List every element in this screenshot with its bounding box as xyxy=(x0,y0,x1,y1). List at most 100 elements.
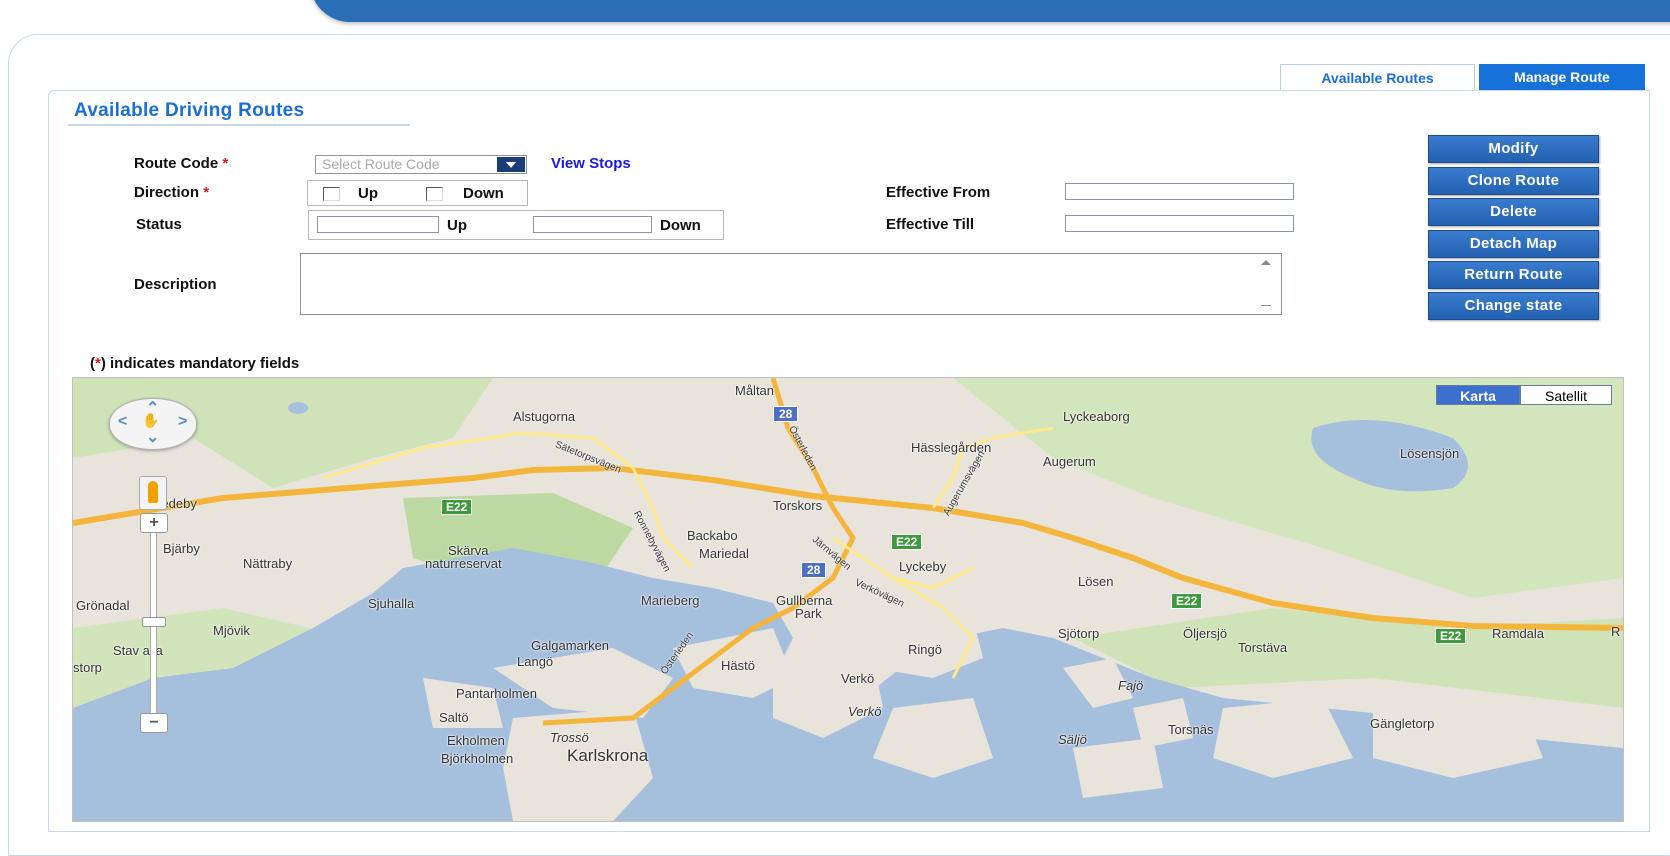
road-shield-e22: E22 xyxy=(891,534,923,550)
map-label: R xyxy=(1611,624,1621,639)
map-label: Grönadal xyxy=(76,598,130,613)
map-label: storp xyxy=(73,660,102,675)
map-label: Fajö xyxy=(1118,678,1144,693)
map-label: Augerum xyxy=(1043,454,1096,469)
return-route-button[interactable]: Return Route xyxy=(1428,261,1599,289)
pan-left-icon[interactable]: < xyxy=(118,413,127,431)
map-label: Alstugorna xyxy=(513,409,576,424)
required-mark: * xyxy=(222,155,229,172)
title-underline xyxy=(68,124,410,126)
map-label: Lyckeby xyxy=(899,559,947,574)
pan-down-icon[interactable]: ⌄ xyxy=(146,427,159,447)
map-label: Sjötorp xyxy=(1058,626,1100,641)
zoom-slider-handle[interactable] xyxy=(142,617,166,627)
map-island xyxy=(1073,738,1163,798)
scroll-up-icon[interactable] xyxy=(1261,260,1271,265)
clone-route-button[interactable]: Clone Route xyxy=(1428,167,1599,195)
status-label: Status xyxy=(136,216,182,233)
map-label: Björkholmen xyxy=(441,751,514,766)
map-label: Måltan xyxy=(735,383,775,398)
status-up-label: Up xyxy=(447,217,467,234)
map-label: Lyckeaborg xyxy=(1063,409,1130,424)
scroll-down-icon[interactable] xyxy=(1261,305,1271,306)
effective-from-field[interactable] xyxy=(1065,183,1294,200)
map-label: Verkö xyxy=(841,671,875,686)
required-mark: * xyxy=(203,184,210,201)
map-label: Ramdala xyxy=(1492,626,1545,641)
direction-up-label: Up xyxy=(358,185,378,202)
effective-till-label: Effective Till xyxy=(886,216,975,233)
direction-label: Direction * xyxy=(134,184,209,201)
mandatory-suffix: ) indicates mandatory fields xyxy=(100,355,300,372)
map-label: Lösen xyxy=(1078,574,1114,589)
map-label: Saltö xyxy=(439,710,469,725)
map-label: Nättraby xyxy=(243,556,293,571)
map-type-karta-button[interactable]: Karta xyxy=(1436,385,1520,405)
map-label: Mjövik xyxy=(213,623,250,638)
map-label: Gängletorp xyxy=(1370,716,1435,731)
zoom-out-button[interactable]: − xyxy=(140,713,168,733)
map-label: naturreservat xyxy=(425,556,502,571)
tab-available-routes[interactable]: Available Routes xyxy=(1280,64,1475,90)
status-down-label: Down xyxy=(660,217,701,234)
status-down-field[interactable] xyxy=(533,216,652,233)
mandatory-note: (*) indicates mandatory fields xyxy=(90,355,299,372)
direction-down-checkbox[interactable] xyxy=(426,187,443,201)
map-type-satellit-button[interactable]: Satellit xyxy=(1520,385,1612,405)
pan-right-icon[interactable]: > xyxy=(178,413,187,431)
effective-from-label: Effective From xyxy=(886,184,991,201)
map-label: Hästö xyxy=(721,658,755,673)
direction-down-label: Down xyxy=(463,185,504,202)
map-label: Park xyxy=(795,606,822,621)
map-label: Bjärby xyxy=(163,541,200,556)
direction-group: Up Down xyxy=(307,180,528,206)
map-label: Lösensjön xyxy=(1400,446,1460,461)
road-shield-e22: E22 xyxy=(1435,628,1467,644)
route-map[interactable]: Måltan Alstugorna Lyckeaborg Hässlegårde… xyxy=(72,377,1624,822)
map-canvas xyxy=(73,378,1623,821)
road-shield-28: 28 xyxy=(801,562,827,578)
map-label: Sjuhalla xyxy=(368,596,415,611)
change-state-button[interactable]: Change state xyxy=(1428,292,1599,320)
map-label: Ringö xyxy=(908,642,942,657)
hand-icon: ✋ xyxy=(142,412,160,428)
route-code-select[interactable]: Select Route Code xyxy=(315,155,527,174)
map-label: Backabo xyxy=(687,528,738,543)
map-label: Pantarholmen xyxy=(456,686,537,701)
view-stops-link[interactable]: View Stops xyxy=(551,155,631,172)
header-banner xyxy=(310,0,1670,22)
map-label: Langö xyxy=(517,654,554,669)
road-shield-28: 28 xyxy=(773,406,799,422)
detach-map-button[interactable]: Detach Map xyxy=(1428,230,1599,258)
delete-button[interactable]: Delete xyxy=(1428,198,1599,226)
map-label: Ekholmen xyxy=(447,733,505,748)
road-shield-e22: E22 xyxy=(1171,593,1203,609)
description-label: Description xyxy=(134,276,217,293)
pan-control[interactable]: ⌃ < > ⌄ ✋ xyxy=(109,398,197,450)
modify-button[interactable]: Modify xyxy=(1428,135,1599,163)
zoom-in-button[interactable]: + xyxy=(140,513,168,533)
map-label: Torstäva xyxy=(1238,640,1288,655)
route-code-label: Route Code * xyxy=(134,155,228,172)
map-label: Mariedal xyxy=(699,546,749,561)
description-textarea[interactable] xyxy=(300,253,1282,315)
map-label: Torsnäs xyxy=(1168,722,1214,737)
street-view-pegman-icon[interactable] xyxy=(139,476,167,510)
map-label: Torskors xyxy=(773,498,823,513)
tab-manage-route[interactable]: Manage Route xyxy=(1479,64,1645,90)
map-label: Trossö xyxy=(550,730,589,745)
map-label: Galgamarken xyxy=(531,638,610,653)
map-label: Verkö xyxy=(848,704,882,719)
status-up-field[interactable] xyxy=(317,216,439,233)
chevron-down-icon[interactable] xyxy=(497,157,525,172)
direction-up-checkbox[interactable] xyxy=(323,187,340,201)
road-shield-e22: E22 xyxy=(441,499,473,515)
map-label: Säljö xyxy=(1058,732,1087,747)
status-group: Up Down xyxy=(308,210,724,240)
map-label: Öljersjö xyxy=(1183,626,1228,641)
route-code-placeholder: Select Route Code xyxy=(322,156,440,172)
map-lake xyxy=(288,402,308,414)
map-label: Marieberg xyxy=(641,593,700,608)
map-label: Karlskrona xyxy=(567,746,649,765)
effective-till-field[interactable] xyxy=(1065,215,1294,232)
